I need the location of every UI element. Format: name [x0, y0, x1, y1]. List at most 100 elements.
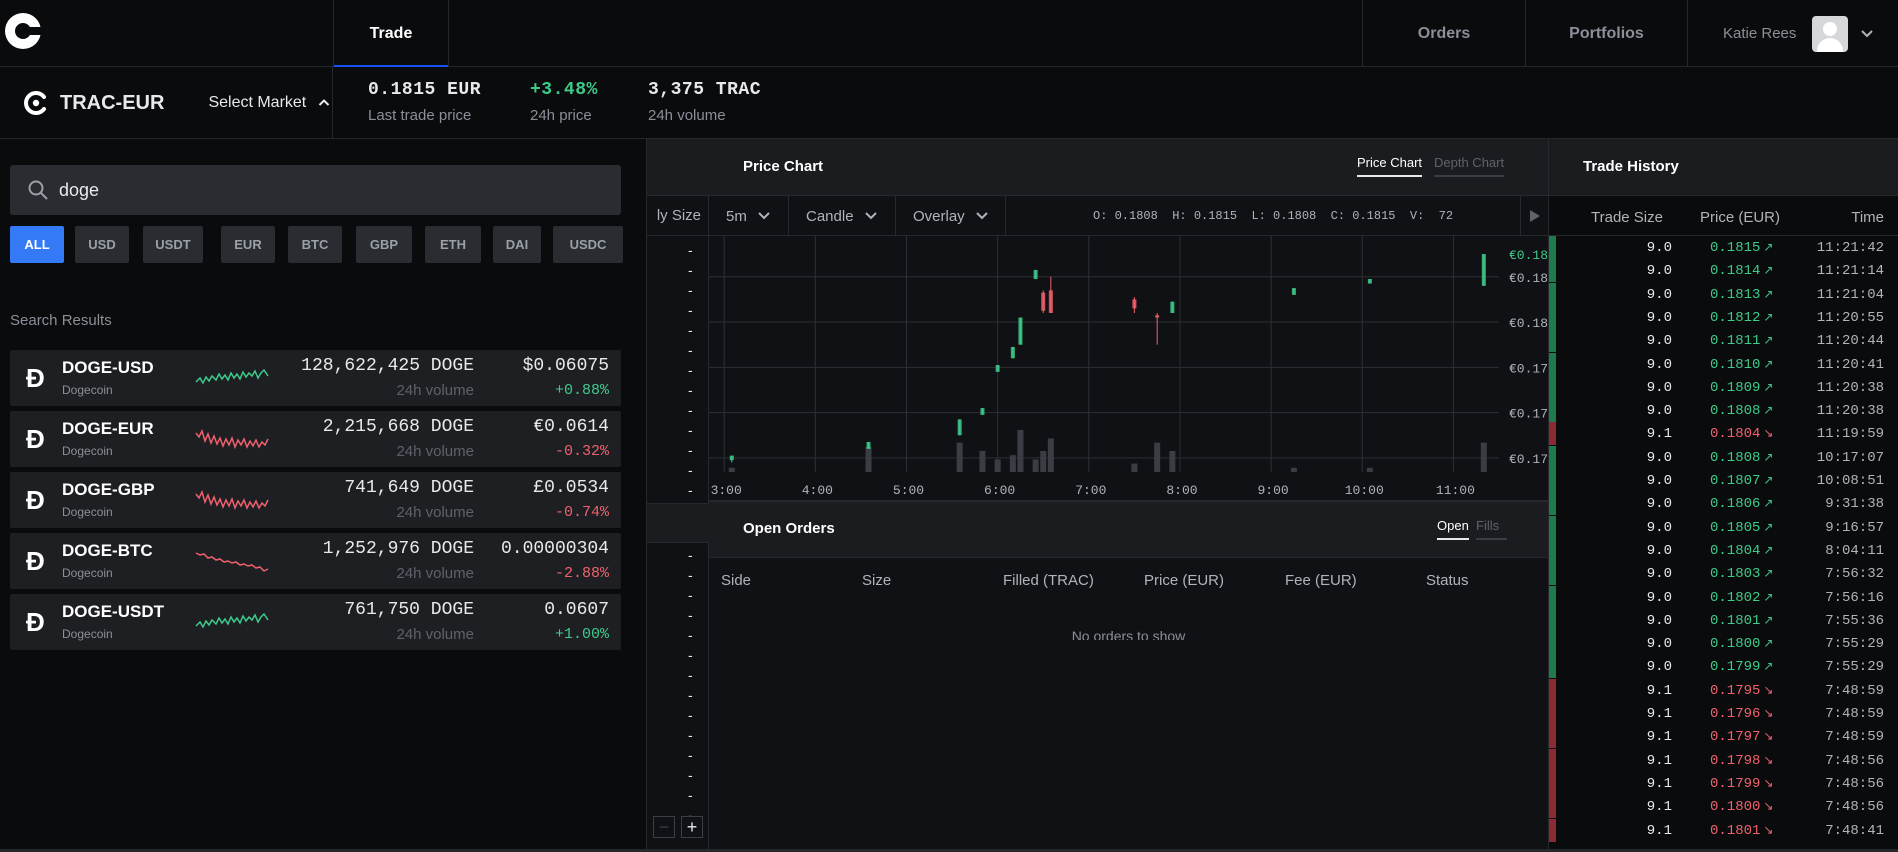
- price-chart-panel: Price Chart Price Chart Depth Chart 5m C…: [709, 139, 1548, 500]
- tab-open[interactable]: Open: [1437, 518, 1469, 540]
- tab-fills[interactable]: Fills: [1476, 518, 1508, 540]
- filter-chip-eur[interactable]: EUR: [221, 226, 275, 263]
- tab-price-chart[interactable]: Price Chart: [1357, 155, 1423, 177]
- overlay-select[interactable]: Overlay: [896, 196, 1006, 236]
- trade-time: 11:20:55: [1816, 309, 1884, 326]
- trade-size: 9.0: [1646, 612, 1672, 629]
- trade-row: 9.0 0.1811 ↗ 11:20:44: [1549, 329, 1898, 353]
- filter-chip-usdt[interactable]: USDT: [143, 226, 203, 263]
- order-book-placeholder: -: [688, 547, 693, 563]
- filter-chip-eth[interactable]: ETH: [425, 226, 481, 263]
- y-tick-label: €0.18: [1509, 316, 1548, 331]
- play-icon[interactable]: [1520, 196, 1548, 236]
- trade-time: 9:16:57: [1825, 519, 1884, 536]
- trade-size: 9.0: [1646, 333, 1672, 350]
- candle-body: [1132, 299, 1137, 309]
- chart-style-select[interactable]: Candle: [789, 196, 896, 236]
- y-tick-label: €0.178: [1509, 407, 1548, 422]
- result-change: -0.32%: [554, 443, 609, 460]
- filter-chip-usd[interactable]: USD: [75, 226, 129, 263]
- trade-size: 9.1: [1646, 775, 1672, 792]
- column-trade-size[interactable]: Trade Size: [1591, 209, 1663, 226]
- trade-row: 9.1 0.1797 ↘ 7:48:59: [1549, 725, 1898, 749]
- trade-time: 7:48:59: [1825, 682, 1884, 699]
- trade-price-value: 0.1796: [1710, 706, 1761, 722]
- candle-body: [1367, 279, 1372, 284]
- order-book-header: [647, 139, 709, 196]
- arrow-up-right-icon: ↗: [1763, 519, 1774, 534]
- arrow-up-right-icon: ↗: [1763, 589, 1774, 604]
- column-price[interactable]: Price (EUR): [1700, 209, 1780, 226]
- volume-bar: [1009, 455, 1016, 472]
- trade-side-bar: [1549, 608, 1556, 632]
- trade-time: 8:04:11: [1825, 542, 1884, 559]
- nav-tab-orders[interactable]: Orders: [1362, 0, 1525, 67]
- filter-chip-usdc[interactable]: USDC: [553, 226, 623, 263]
- column-filled[interactable]: Filled (TRAC): [1003, 572, 1094, 589]
- trade-side-bar: [1549, 282, 1556, 306]
- nav-tab-portfolios[interactable]: Portfolios: [1525, 0, 1687, 67]
- search-result-doge-btc[interactable]: Ð DOGE-BTC Dogecoin 1,252,976 DOGE 24h volum…: [10, 533, 621, 589]
- trade-price-value: 0.1815: [1710, 240, 1761, 256]
- tab-depth-chart[interactable]: Depth Chart: [1434, 155, 1505, 177]
- trade-row: 9.0 0.1815 ↗ 11:21:42: [1549, 236, 1898, 259]
- trade-time: 7:48:56: [1825, 752, 1884, 769]
- arrow-down-right-icon: ↘: [1763, 822, 1774, 837]
- trade-size: 9.1: [1646, 426, 1672, 443]
- x-tick-label: 4:00: [802, 483, 833, 498]
- search-input[interactable]: [59, 179, 559, 201]
- user-menu[interactable]: Katie Rees: [1687, 0, 1898, 67]
- result-change: -2.88%: [554, 565, 609, 582]
- search-box[interactable]: [10, 165, 621, 215]
- search-result-doge-gbp[interactable]: Ð DOGE-GBP Dogecoin 741,649 DOGE 24h volume £…: [10, 472, 621, 528]
- trade-size: 9.0: [1646, 659, 1672, 676]
- trade-time: 11:20:38: [1816, 379, 1884, 396]
- filter-chip-dai[interactable]: DAI: [493, 226, 541, 263]
- price-chart-title: Price Chart: [743, 158, 824, 175]
- trade-price: 0.1800 ↘: [1710, 799, 1773, 815]
- trade-row: 9.0 0.1807 ↗ 10:08:51: [1549, 469, 1898, 492]
- market-selector[interactable]: TRAC-EUR Select Market: [0, 67, 333, 139]
- trade-price-value: 0.1802: [1710, 589, 1761, 606]
- filter-chip-btc[interactable]: BTC: [288, 226, 342, 263]
- column-size[interactable]: Size: [862, 572, 891, 589]
- trade-side-bar: [1549, 725, 1556, 749]
- column-side[interactable]: Side: [721, 572, 751, 589]
- dogecoin-icon: Ð: [26, 485, 45, 515]
- chevron-down-icon[interactable]: [1860, 27, 1874, 41]
- column-fee[interactable]: Fee (EUR): [1285, 572, 1357, 589]
- trade-side-bar: [1549, 702, 1556, 725]
- search-result-doge-usd[interactable]: Ð DOGE-USD Dogecoin 128,622,425 DOGE 24h vol…: [10, 350, 621, 406]
- order-book-placeholder: -: [688, 262, 693, 278]
- search-result-doge-eur[interactable]: Ð DOGE-EUR Dogecoin 2,215,668 DOGE 24h volum…: [10, 411, 621, 467]
- trade-price-value: 0.1799: [1710, 775, 1761, 792]
- sparkline: [195, 428, 269, 450]
- interval-select[interactable]: 5m: [709, 196, 789, 236]
- dogecoin-icon: Ð: [26, 424, 45, 454]
- select-market-button[interactable]: Select Market: [208, 94, 330, 112]
- zoom-in-button[interactable]: +: [681, 816, 703, 838]
- filter-chip-gbp[interactable]: GBP: [356, 226, 412, 263]
- arrow-up-right-icon: ↗: [1763, 403, 1774, 418]
- order-book-placeholder: -: [688, 482, 693, 498]
- candle-body: [1048, 290, 1053, 313]
- column-price[interactable]: Price (EUR): [1144, 572, 1224, 589]
- trade-size: 9.0: [1646, 566, 1672, 583]
- nav-tab-trade[interactable]: Trade: [333, 0, 449, 67]
- column-time[interactable]: Time: [1851, 209, 1884, 226]
- trade-price-value: 0.1798: [1710, 752, 1761, 769]
- trade-price-value: 0.1812: [1710, 309, 1761, 326]
- column-status[interactable]: Status: [1426, 572, 1469, 589]
- last-trade-price-stat: 0.1815 EUR Last trade price: [368, 80, 481, 124]
- trade-price-value: 0.1805: [1710, 519, 1761, 536]
- filter-chip-all[interactable]: ALL: [10, 226, 64, 263]
- x-tick-label: 11:00: [1436, 483, 1475, 498]
- coinbase-logo-icon[interactable]: [4, 12, 42, 50]
- search-result-doge-usdt[interactable]: Ð DOGE-USDT Dogecoin 761,750 DOGE 24h volume…: [10, 594, 621, 650]
- sparkline: [195, 552, 269, 572]
- price-chart-canvas[interactable]: 3:00 4:00 5:00 6:00 7:00 8:00 9:00 10:00 11:00 €0…: [709, 236, 1548, 500]
- zoom-out-button[interactable]: −: [653, 816, 675, 838]
- avatar[interactable]: [1812, 15, 1849, 52]
- arrow-up-right-icon: ↗: [1763, 356, 1774, 371]
- x-tick-label: 3:00: [711, 483, 742, 498]
